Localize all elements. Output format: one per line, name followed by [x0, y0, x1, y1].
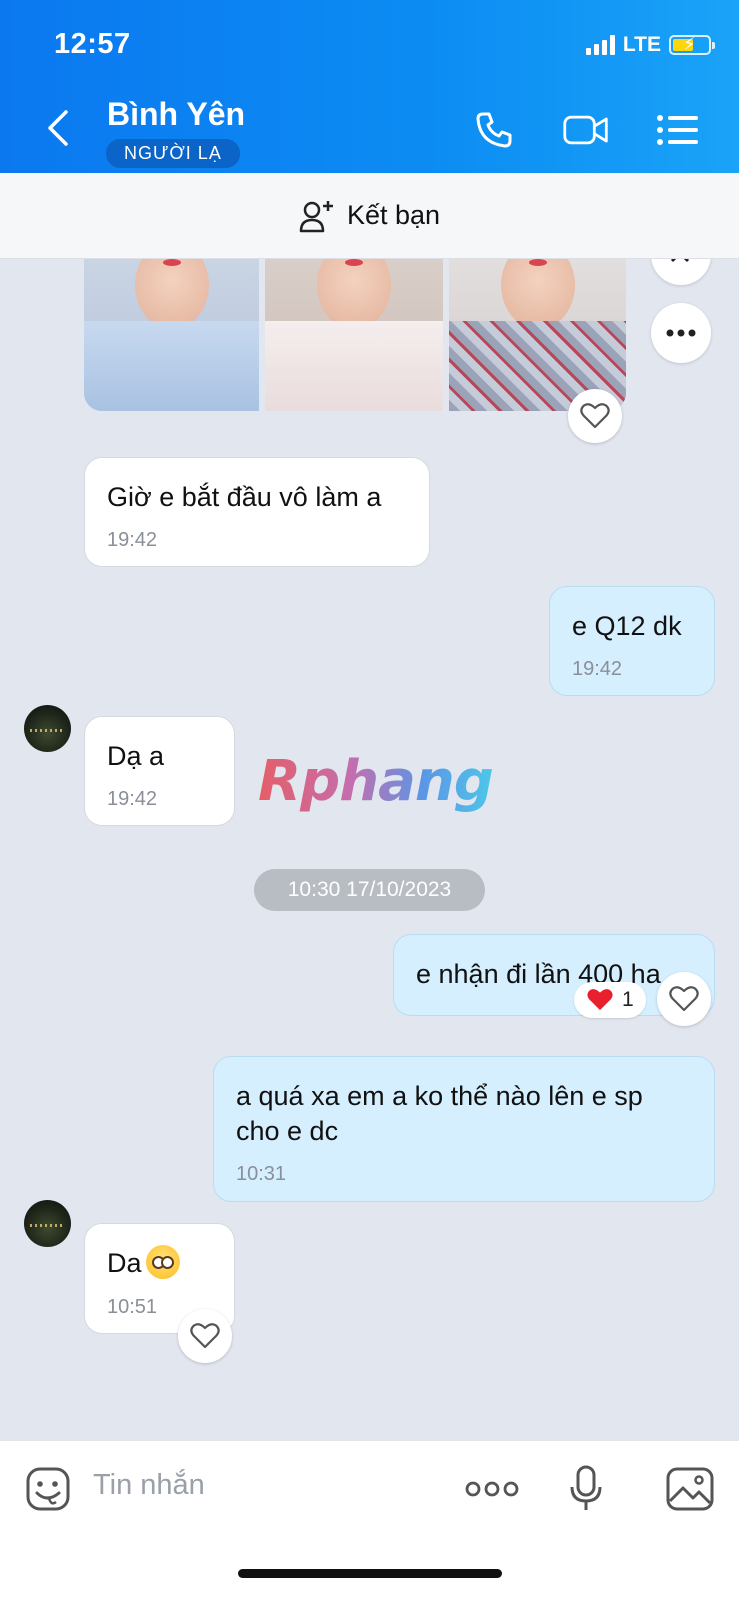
photo-thumbnail[interactable] — [265, 259, 443, 411]
share-button[interactable] — [651, 259, 711, 285]
contact-name[interactable]: Bình Yên — [107, 96, 245, 133]
sticker-button[interactable] — [20, 1461, 76, 1517]
chat-options-button[interactable] — [654, 106, 702, 154]
react-button[interactable] — [178, 1309, 232, 1363]
message-text: Dạ a — [107, 741, 165, 771]
message-list[interactable]: Giờ e bắt đầu vô làm a 19:42 e Q12 dk 19… — [0, 259, 739, 1440]
contact-avatar[interactable] — [24, 1200, 71, 1247]
message-time: 19:42 — [107, 788, 158, 811]
chat-header: 12:57 LTE ⚡ Bình Yên NGƯỜI LẠ — [0, 0, 739, 173]
video-call-button[interactable] — [562, 106, 610, 154]
stranger-badge: NGƯỜI LẠ — [106, 139, 240, 168]
reaction-badge[interactable]: 1 — [574, 982, 646, 1018]
message-bubble-incoming[interactable]: Dạ a 19:42 — [84, 716, 235, 826]
image-icon — [666, 1467, 714, 1511]
watermark: Rphang — [258, 749, 494, 814]
add-user-icon — [299, 200, 333, 232]
reaction-count: 1 — [622, 988, 634, 1011]
date-separator: 10:30 17/10/2023 — [254, 869, 485, 911]
menu-icon — [657, 115, 698, 145]
more-actions-button[interactable] — [462, 1461, 522, 1517]
heart-icon — [580, 403, 610, 429]
react-button[interactable] — [657, 972, 711, 1026]
message-bubble-incoming[interactable]: Giờ e bắt đầu vô làm a 19:42 — [84, 457, 430, 567]
ellipsis-icon — [465, 1481, 519, 1497]
phone-icon — [476, 112, 512, 148]
react-button[interactable] — [568, 389, 622, 443]
sticker-icon — [26, 1467, 70, 1511]
home-indicator[interactable] — [238, 1569, 502, 1578]
message-input[interactable]: Tin nhắn — [93, 1469, 205, 1502]
add-friend-button[interactable]: Kết bạn — [0, 173, 739, 259]
message-text: Giờ e bắt đầu vô làm a — [107, 482, 382, 512]
status-indicators: LTE ⚡ — [585, 33, 715, 57]
signal-icon — [585, 35, 615, 55]
battery-icon: ⚡ — [669, 34, 715, 55]
photo-thumbnail[interactable] — [84, 259, 259, 411]
video-icon — [563, 115, 608, 145]
heart-icon — [190, 1323, 220, 1349]
network-label: LTE — [622, 33, 661, 56]
message-text: e Q12 dk — [572, 611, 682, 641]
more-options-button[interactable] — [651, 303, 711, 363]
heart-icon — [669, 986, 699, 1012]
more-icon — [666, 329, 696, 337]
message-bubble-outgoing[interactable]: a quá xa em a ko thể nào lên e sp cho e … — [213, 1056, 715, 1202]
message-input-bar: Tin nhắn — [0, 1440, 739, 1600]
pleading-face-emoji — [145, 1244, 180, 1279]
voice-message-button[interactable] — [558, 1461, 614, 1517]
forward-icon — [670, 259, 690, 263]
message-text: Da — [107, 1248, 142, 1278]
message-time: 10:31 — [236, 1163, 287, 1186]
add-friend-label: Kết bạn — [346, 200, 441, 230]
contact-avatar[interactable] — [24, 705, 71, 752]
message-bubble-outgoing[interactable]: e Q12 dk 19:42 — [549, 586, 715, 696]
status-time: 12:57 — [54, 28, 131, 60]
back-icon — [48, 110, 68, 146]
voice-call-button[interactable] — [470, 106, 518, 154]
message-time: 19:42 — [107, 529, 158, 552]
back-button[interactable] — [38, 104, 78, 152]
gallery-button[interactable] — [662, 1461, 718, 1517]
red-heart-icon — [587, 989, 613, 1011]
message-text: a quá xa em a ko thể nào lên e sp cho e … — [236, 1081, 643, 1147]
message-time: 19:42 — [572, 658, 623, 681]
photo-thumbnail[interactable] — [449, 259, 626, 411]
microphone-icon — [570, 1465, 602, 1510]
